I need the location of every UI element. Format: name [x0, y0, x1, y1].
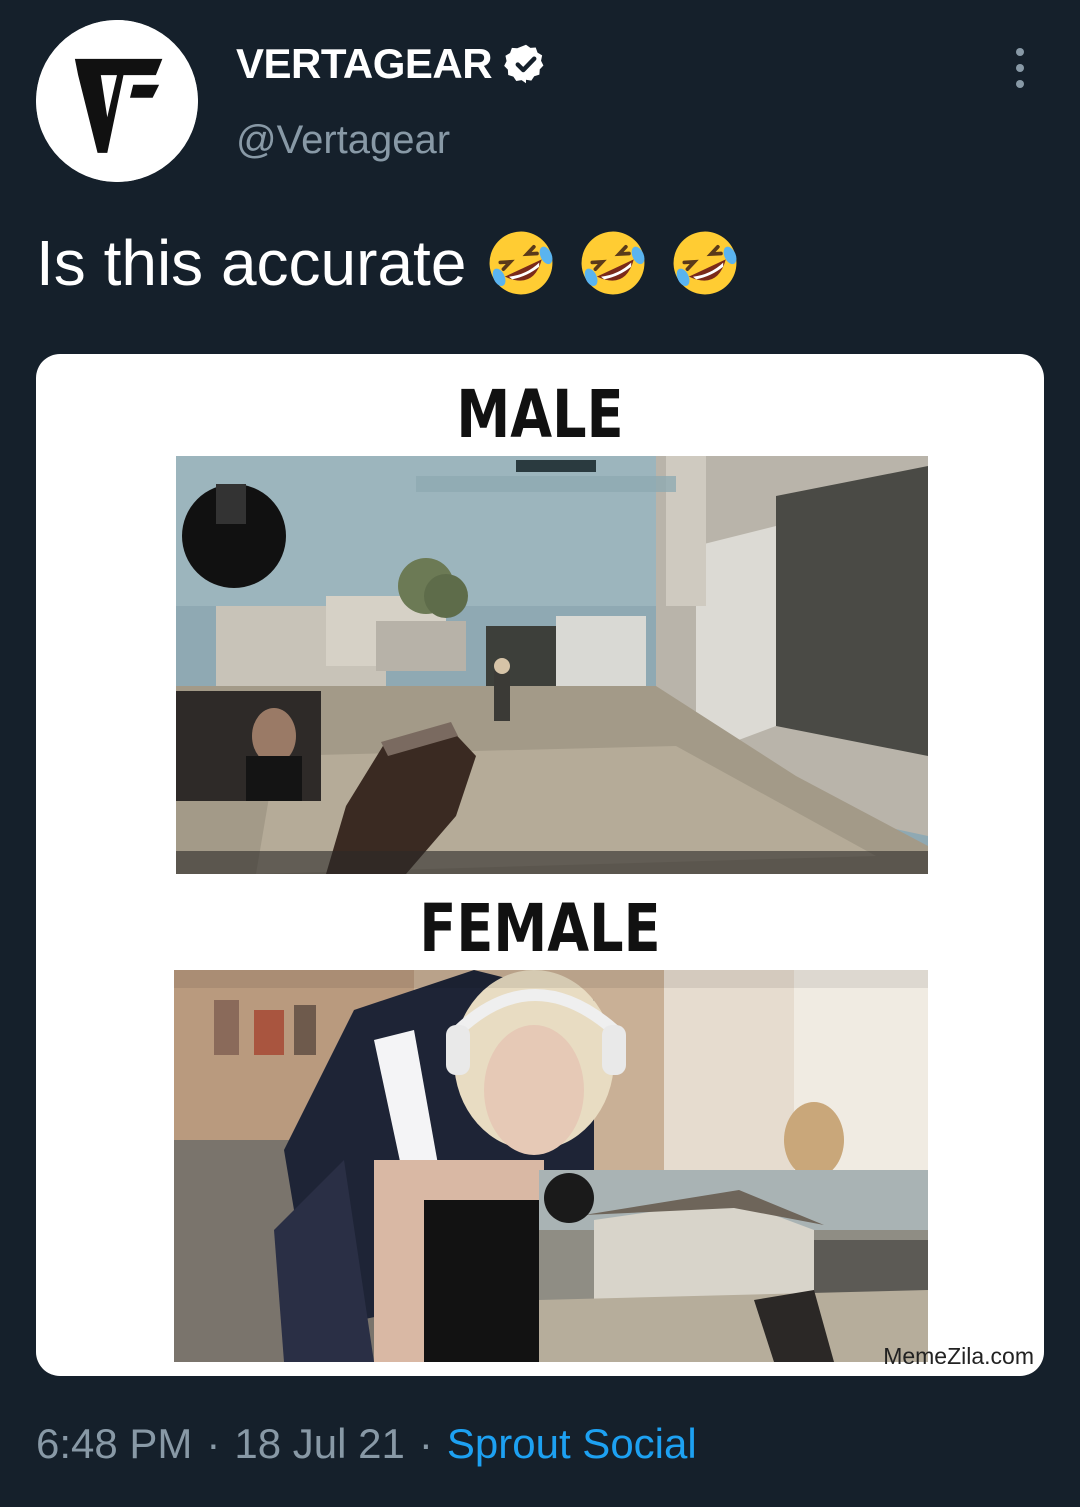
tweet-media-image[interactable]: MALE FEMALE MemeZila.com: [36, 354, 1044, 1376]
meme-label-female: FEMALE: [419, 890, 661, 967]
tweet-text-content: Is this accurate: [36, 227, 467, 299]
tweet-meta: 6:48 PM · 18 Jul 21 · Sprout Social: [36, 1420, 697, 1468]
emoji-row: [484, 226, 760, 300]
dot: [1016, 64, 1024, 72]
rofl-emoji-icon: [576, 226, 650, 300]
display-name[interactable]: VERTAGEAR: [236, 40, 548, 88]
meme-label-male: MALE: [456, 376, 624, 453]
dot: [1016, 80, 1024, 88]
female-stream-panel: [174, 970, 928, 1362]
vertagear-logo-icon: [36, 20, 198, 182]
male-gameplay-panel: [176, 456, 928, 874]
display-name-text: VERTAGEAR: [236, 40, 493, 87]
account-handle[interactable]: @Vertagear: [236, 118, 450, 163]
rofl-emoji-icon: [484, 226, 558, 300]
tweet-text: Is this accurate: [36, 226, 760, 300]
rofl-emoji-icon: [668, 226, 742, 300]
tweet-date[interactable]: 18 Jul 21: [234, 1420, 404, 1468]
more-options-icon[interactable]: [1006, 48, 1034, 88]
tweet-source-link[interactable]: Sprout Social: [447, 1420, 697, 1468]
separator: ·: [418, 1420, 433, 1467]
profile-avatar[interactable]: [36, 20, 198, 182]
watermark: MemeZila.com: [883, 1343, 1034, 1369]
dot: [1016, 48, 1024, 56]
tweet-time[interactable]: 6:48 PM: [36, 1420, 192, 1468]
verified-badge-icon: [504, 42, 548, 86]
separator: ·: [206, 1420, 221, 1467]
